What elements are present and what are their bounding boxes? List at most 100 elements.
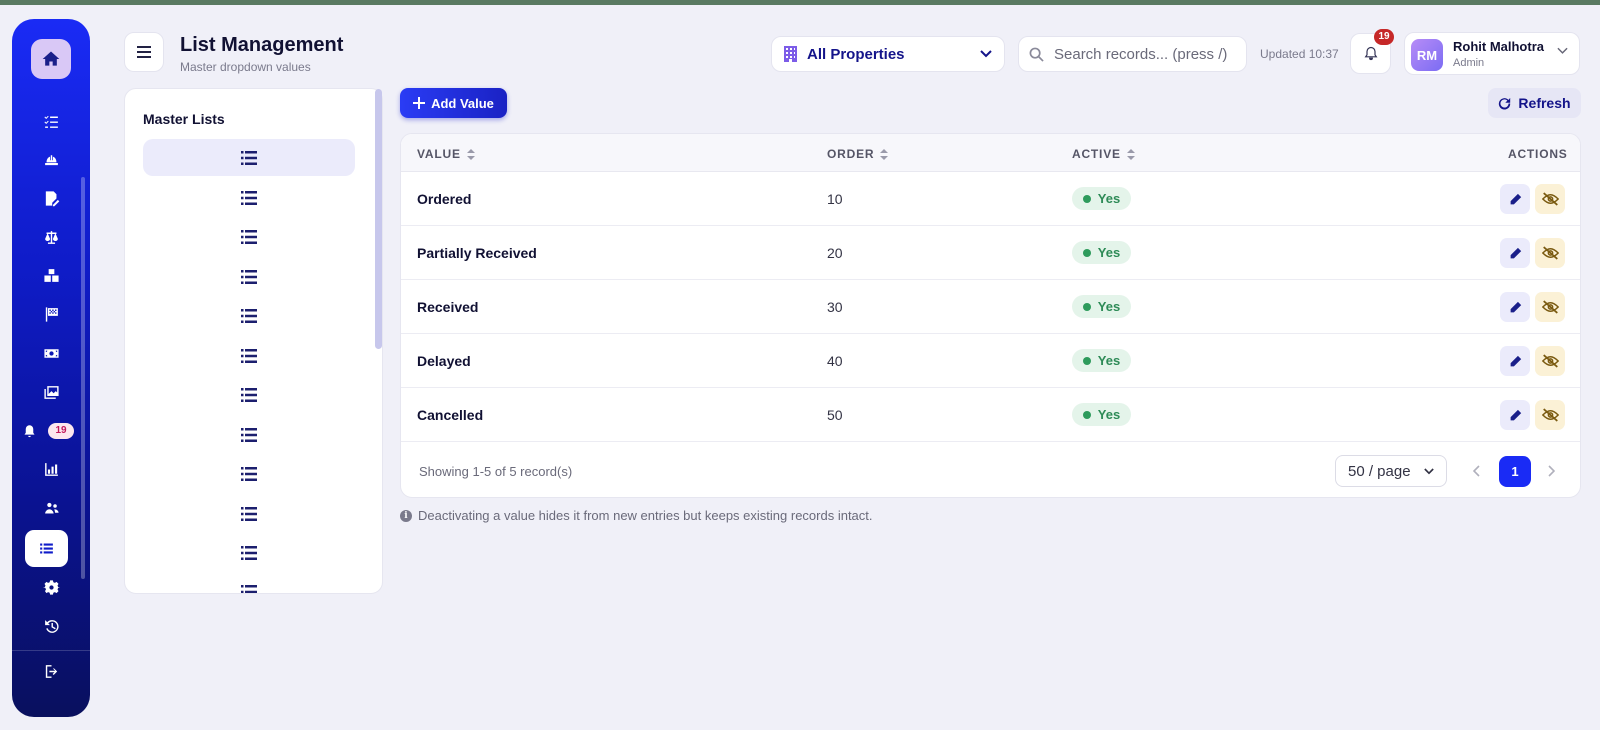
order-cell: 40 bbox=[827, 353, 843, 369]
master-list-item[interactable] bbox=[143, 534, 355, 571]
sidebar-item-checklist[interactable] bbox=[25, 103, 77, 139]
table-row: Delayed 40 Yes bbox=[401, 334, 1580, 388]
add-value-button[interactable]: Add Value bbox=[400, 88, 507, 118]
edit-document-icon bbox=[45, 190, 59, 206]
active-badge: Yes bbox=[1072, 349, 1131, 372]
menu-toggle-button[interactable] bbox=[124, 32, 164, 72]
sidebar-item-reports[interactable] bbox=[25, 451, 77, 487]
sidebar-item-milestones[interactable] bbox=[25, 296, 77, 332]
edit-button[interactable] bbox=[1500, 400, 1530, 430]
search-icon bbox=[1029, 47, 1044, 62]
list-icon bbox=[241, 584, 257, 593]
deactivate-button[interactable] bbox=[1535, 346, 1565, 376]
plus-icon bbox=[413, 97, 426, 109]
value-cell: Ordered bbox=[417, 191, 472, 207]
sidebar-item-documents[interactable] bbox=[25, 180, 77, 216]
column-header-actions: ACTIONS bbox=[1508, 147, 1568, 161]
master-list-item[interactable] bbox=[143, 179, 355, 216]
master-list-item[interactable] bbox=[143, 376, 355, 413]
column-header-order[interactable]: ORDER bbox=[827, 147, 889, 161]
edit-button[interactable] bbox=[1500, 292, 1530, 322]
order-cell: 10 bbox=[827, 191, 843, 207]
value-cell: Partially Received bbox=[417, 245, 537, 261]
sidebar-item-notifications[interactable]: 19 bbox=[16, 413, 86, 449]
search-input[interactable] bbox=[1054, 45, 1234, 63]
page-1-button[interactable]: 1 bbox=[1499, 456, 1531, 487]
deactivate-button[interactable] bbox=[1535, 400, 1565, 430]
active-badge: Yes bbox=[1072, 403, 1131, 426]
sidebar-item-settings[interactable] bbox=[25, 569, 77, 605]
page-size-label: 50 / page bbox=[1348, 462, 1411, 480]
master-list-item[interactable] bbox=[143, 337, 355, 374]
users-icon bbox=[44, 502, 59, 513]
info-icon: i bbox=[400, 509, 412, 522]
user-role: Admin bbox=[1453, 57, 1485, 69]
edit-button[interactable] bbox=[1500, 238, 1530, 268]
master-lists-title: Master Lists bbox=[143, 111, 225, 127]
refresh-label: Refresh bbox=[1518, 95, 1571, 111]
pencil-icon bbox=[1510, 355, 1521, 366]
money-icon bbox=[43, 348, 59, 358]
edit-button[interactable] bbox=[1500, 346, 1530, 376]
values-table: VALUE ORDER ACTIVE ACTIONS Ordered 10 Ye… bbox=[400, 133, 1581, 498]
bell-icon bbox=[24, 424, 35, 437]
master-list-item[interactable] bbox=[143, 495, 355, 532]
previous-page-button[interactable] bbox=[1462, 456, 1490, 486]
column-header-active[interactable]: ACTIVE bbox=[1072, 147, 1135, 161]
sidebar-scrollbar[interactable] bbox=[81, 177, 85, 579]
home-button[interactable] bbox=[31, 39, 71, 79]
sidebar-item-finance[interactable] bbox=[25, 335, 77, 371]
sidebar-item-history[interactable] bbox=[25, 608, 77, 644]
active-badge-label: Yes bbox=[1097, 353, 1121, 368]
active-badge-label: Yes bbox=[1097, 299, 1121, 314]
list-icon bbox=[241, 348, 257, 363]
logout-button[interactable] bbox=[25, 653, 77, 689]
master-list-item[interactable] bbox=[143, 139, 355, 176]
sidebar-item-inventory[interactable] bbox=[25, 257, 77, 293]
chart-icon bbox=[44, 462, 58, 476]
chevron-down-icon bbox=[1557, 47, 1568, 54]
value-cell: Cancelled bbox=[417, 407, 484, 423]
master-list-item[interactable] bbox=[143, 416, 355, 453]
master-lists-scrollbar[interactable] bbox=[375, 89, 382, 349]
master-list-item[interactable] bbox=[143, 573, 355, 593]
value-cell: Delayed bbox=[417, 353, 471, 369]
list-icon bbox=[241, 308, 257, 323]
info-note: i Deactivating a value hides it from new… bbox=[400, 508, 873, 523]
sidebar-item-list-management[interactable] bbox=[25, 530, 68, 567]
refresh-button[interactable]: Refresh bbox=[1488, 88, 1581, 118]
notification-count-badge: 19 bbox=[1374, 29, 1394, 45]
master-list-item[interactable] bbox=[143, 218, 355, 255]
chevron-down-icon bbox=[1424, 467, 1434, 474]
top-strip bbox=[0, 0, 1600, 5]
next-page-button[interactable] bbox=[1537, 456, 1565, 486]
search-box[interactable] bbox=[1018, 36, 1247, 72]
pencil-icon bbox=[1510, 301, 1521, 312]
page-title: List Management bbox=[180, 34, 344, 56]
sidebar-item-users[interactable] bbox=[25, 490, 77, 526]
deactivate-button[interactable] bbox=[1535, 292, 1565, 322]
column-header-value[interactable]: VALUE bbox=[417, 147, 475, 161]
value-cell: Received bbox=[417, 299, 479, 315]
master-list-item[interactable] bbox=[143, 455, 355, 492]
list-icon bbox=[40, 543, 53, 554]
page-size-select[interactable]: 50 / page bbox=[1335, 455, 1447, 487]
status-dot bbox=[1082, 194, 1091, 203]
gear-icon bbox=[42, 579, 60, 595]
sidebar-item-projects[interactable] bbox=[25, 141, 77, 177]
master-lists-panel: Master Lists bbox=[124, 88, 383, 594]
sidebar-item-legal[interactable] bbox=[25, 219, 77, 255]
building-icon bbox=[784, 46, 797, 62]
edit-button[interactable] bbox=[1500, 184, 1530, 214]
table-row: Partially Received 20 Yes bbox=[401, 226, 1580, 280]
master-list-item[interactable] bbox=[143, 297, 355, 334]
deactivate-button[interactable] bbox=[1535, 238, 1565, 268]
list-icon bbox=[241, 506, 257, 521]
sidebar-divider bbox=[12, 650, 90, 651]
sidebar-item-gallery[interactable] bbox=[25, 374, 77, 410]
checklist-icon bbox=[43, 115, 58, 128]
master-list-item[interactable] bbox=[143, 258, 355, 295]
deactivate-button[interactable] bbox=[1535, 184, 1565, 214]
property-select[interactable]: All Properties bbox=[771, 36, 1005, 72]
user-menu[interactable]: RM Rohit Malhotra Admin bbox=[1404, 32, 1580, 75]
